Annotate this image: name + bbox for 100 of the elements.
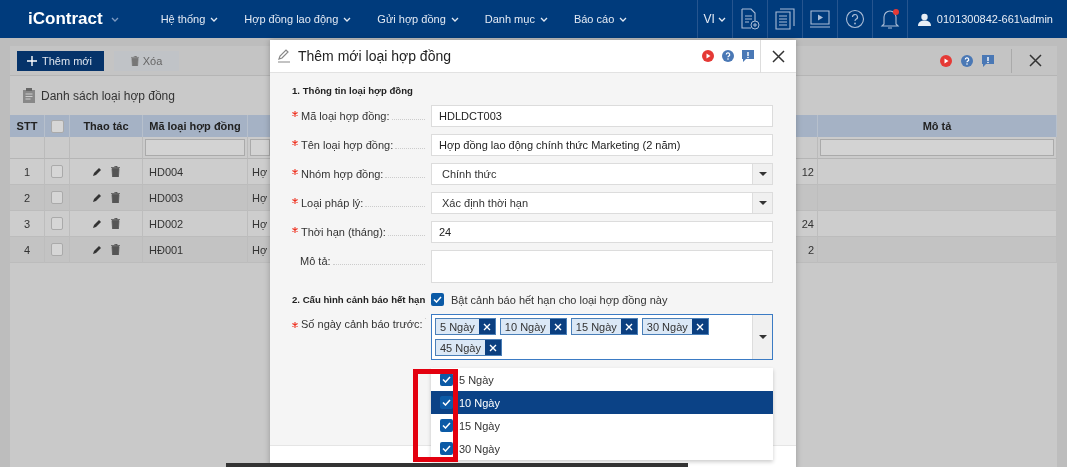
row-checkbox[interactable] xyxy=(51,165,63,178)
remove-tag-button[interactable] xyxy=(478,319,495,334)
table-cell: Hợ xyxy=(252,243,268,256)
dropdown-option[interactable]: 10 Ngày xyxy=(431,391,773,414)
menu-item[interactable]: Báo cáo xyxy=(573,0,654,38)
table-cell: 3 xyxy=(23,217,31,230)
filter-field[interactable] xyxy=(250,139,270,156)
table-cell: 2 xyxy=(23,191,31,204)
dialog-title: Thêm mới loại hợp đồng xyxy=(298,48,451,64)
help-icon[interactable] xyxy=(844,9,865,29)
text-field[interactable]: 24 xyxy=(431,221,773,243)
edit-icon[interactable] xyxy=(92,166,102,177)
tag: 45 Ngày xyxy=(435,339,502,356)
trash-icon[interactable] xyxy=(111,166,120,177)
field-label: Nhóm hợp đồng: xyxy=(301,168,384,180)
add-button[interactable]: Thêm mới xyxy=(17,50,104,71)
remove-tag-button[interactable] xyxy=(549,319,566,334)
column-header: Thao tác xyxy=(70,115,143,137)
table-cell: Hợ xyxy=(252,217,268,230)
table-cell: 1 xyxy=(23,165,31,178)
close-icon xyxy=(624,322,633,331)
user-account[interactable]: 0101300842-661\admin xyxy=(936,13,1053,25)
remove-tag-button[interactable] xyxy=(620,319,637,334)
select-all-checkbox[interactable] xyxy=(50,119,64,133)
row-checkbox[interactable] xyxy=(51,243,63,256)
dropdown-option[interactable]: 5 Ngày xyxy=(431,368,773,391)
section-heading: 2. Cấu hình cảnh báo hết hạn xyxy=(292,294,427,305)
table-cell: 4 xyxy=(23,243,31,256)
column-header xyxy=(796,115,818,137)
field-label: Mô tả: xyxy=(300,255,331,267)
table-cell: HD002 xyxy=(149,217,184,230)
caret-icon xyxy=(758,172,767,176)
close-icon xyxy=(772,49,785,63)
user-icon xyxy=(917,12,931,26)
caret-icon xyxy=(210,16,219,22)
trash-icon[interactable] xyxy=(111,244,120,255)
table-cell: HD004 xyxy=(149,165,184,178)
checkbox[interactable] xyxy=(431,293,444,306)
tag: 5 Ngày xyxy=(435,318,496,335)
field-label: Tên loại hợp đồng: xyxy=(301,139,394,151)
dropdown-option[interactable]: 30 Ngày xyxy=(431,437,773,460)
column-header: Mã loại hợp đồng xyxy=(143,115,248,137)
table-cell: Hợ xyxy=(252,191,268,204)
caret-icon xyxy=(343,16,352,22)
field-label: Mã loại hợp đồng: xyxy=(301,110,390,122)
trash-icon xyxy=(130,55,139,66)
app-logo[interactable]: iContract xyxy=(28,9,103,29)
close-icon xyxy=(553,322,562,331)
table-cell: HĐ001 xyxy=(149,243,184,256)
dropdown-field[interactable]: Xác định thời hạn xyxy=(431,192,773,214)
caret-icon xyxy=(758,201,767,205)
feedback-icon xyxy=(982,54,994,67)
caret-icon xyxy=(450,16,459,22)
table-cell: Hợ xyxy=(252,165,268,178)
field-label: Loại pháp lý: xyxy=(301,197,364,209)
bell-icon[interactable] xyxy=(879,8,900,30)
play-icon xyxy=(702,50,714,62)
caret-icon xyxy=(110,16,119,22)
close-icon xyxy=(482,322,491,331)
row-checkbox[interactable] xyxy=(51,191,63,204)
row-checkbox[interactable] xyxy=(51,217,63,230)
tag: 10 Ngày xyxy=(499,318,567,335)
dropdown-field[interactable]: Chính thức xyxy=(431,163,773,185)
close-icon[interactable] xyxy=(1029,54,1042,67)
remove-tag-button[interactable] xyxy=(691,319,708,334)
add-document-icon[interactable] xyxy=(739,8,760,30)
option-checkbox[interactable] xyxy=(440,396,453,409)
text-field[interactable]: Hợp đồng lao động chính thức Marketing (2 năm) xyxy=(431,134,773,156)
dropdown-option[interactable]: 15 Ngày xyxy=(431,414,773,437)
video-icon[interactable] xyxy=(808,9,831,29)
trash-icon[interactable] xyxy=(111,192,120,203)
field-label: Số ngày cảnh báo trước: xyxy=(301,318,423,330)
clipboard-icon xyxy=(23,88,35,103)
caret-icon xyxy=(717,16,726,22)
documents-icon[interactable] xyxy=(774,8,795,30)
list-title: Danh sách loại hợp đồng xyxy=(41,88,175,103)
menu-item[interactable]: Gửi hợp đồng xyxy=(377,0,485,38)
checkbox-label: Bật cảnh báo hết hạn cho loại hợp đồng này xyxy=(451,293,668,306)
pencil-icon xyxy=(277,49,291,63)
play-icon xyxy=(940,54,952,67)
multi-select-field[interactable]: 5 Ngày 10 Ngày 15 Ngày 30 Ngày 45 Ngày xyxy=(431,314,773,360)
menu-item[interactable]: Hệ thống xyxy=(160,0,245,38)
caret-icon xyxy=(758,335,767,339)
table-cell: 12 xyxy=(801,165,814,178)
help-icon xyxy=(961,54,973,67)
language-selector[interactable]: VI xyxy=(703,12,726,26)
option-checkbox[interactable] xyxy=(440,419,453,432)
remove-tag-button[interactable] xyxy=(485,340,501,355)
menu-item[interactable]: Danh mục xyxy=(484,0,574,38)
feedback-icon xyxy=(742,50,754,62)
option-checkbox[interactable] xyxy=(440,442,453,455)
trash-icon[interactable] xyxy=(111,218,120,229)
menu-item[interactable]: Hợp đồng lao động xyxy=(244,0,378,38)
text-field[interactable]: HDLDCT003 xyxy=(431,105,773,127)
tag: 15 Ngày xyxy=(570,318,638,335)
edit-icon[interactable] xyxy=(92,218,102,229)
caret-icon xyxy=(619,16,628,22)
edit-icon[interactable] xyxy=(92,244,102,255)
table-cell: 24 xyxy=(801,217,814,230)
edit-icon[interactable] xyxy=(92,192,102,203)
